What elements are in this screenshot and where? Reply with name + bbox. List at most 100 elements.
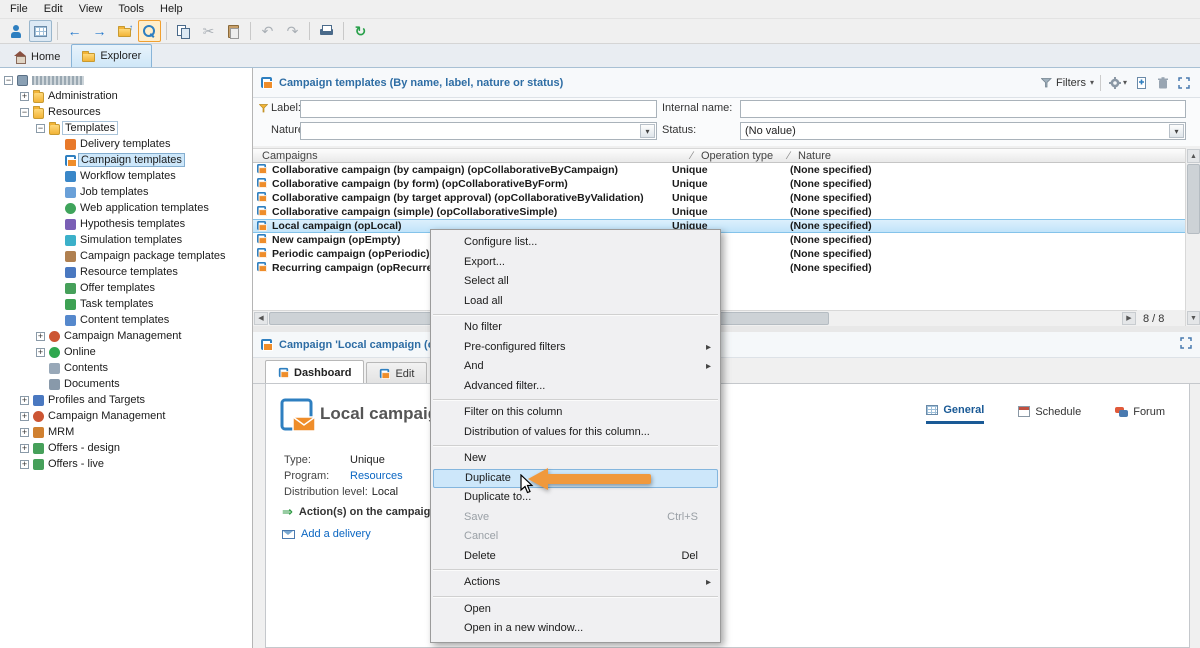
label-input[interactable] xyxy=(300,100,657,118)
tree-item-task-templates[interactable]: Task templates xyxy=(0,296,252,312)
add-delivery-link[interactable]: Add a delivery xyxy=(282,528,371,540)
paste-button[interactable] xyxy=(222,20,245,42)
cut-button[interactable]: ✂ xyxy=(197,20,220,42)
expand-icon[interactable]: + xyxy=(36,348,45,357)
parent-folder-button[interactable] xyxy=(113,20,136,42)
tree-item-resource-templates[interactable]: Resource templates xyxy=(0,264,252,280)
expand-icon[interactable]: + xyxy=(20,92,29,101)
tree-item-campaign-management[interactable]: +Campaign Management xyxy=(0,408,252,424)
delete-button[interactable] xyxy=(1156,76,1170,90)
context-menu-item-actions[interactable]: Actions▸ xyxy=(431,573,720,593)
tree-item-hypothesis-templates[interactable]: Hypothesis templates xyxy=(0,216,252,232)
detail-fullscreen-button[interactable] xyxy=(1180,337,1192,352)
context-menu-item-advanced-filter[interactable]: Advanced filter... xyxy=(431,377,720,397)
status-select[interactable]: (No value) ▾ xyxy=(740,122,1186,140)
scroll-left-button[interactable]: ◀ xyxy=(254,312,268,325)
filters-button[interactable]: Filters ▾ xyxy=(1041,77,1094,89)
tree-item-templates[interactable]: −Templates xyxy=(0,120,252,136)
nature-select[interactable]: ▾ xyxy=(300,122,657,140)
tree-item-contents[interactable]: Contents xyxy=(0,360,252,376)
expand-icon[interactable]: + xyxy=(20,428,29,437)
expand-icon[interactable]: + xyxy=(20,412,29,421)
menu-tools[interactable]: Tools xyxy=(110,1,152,17)
column-header-campaigns[interactable]: Campaigns xyxy=(262,150,318,162)
tree-item-simulation-templates[interactable]: Simulation templates xyxy=(0,232,252,248)
context-menu-item-new[interactable]: New xyxy=(431,449,720,469)
tree-item-job-templates[interactable]: Job templates xyxy=(0,184,252,200)
new-document-button[interactable] xyxy=(1135,76,1150,90)
context-menu-item-save[interactable]: SaveCtrl+S xyxy=(431,508,720,528)
tree-item-campaign-package-templates[interactable]: Campaign package templates xyxy=(0,248,252,264)
context-menu-item-filter-on-this-column[interactable]: Filter on this column xyxy=(431,403,720,423)
refresh-button[interactable]: ↻ xyxy=(349,20,372,42)
tab-schedule[interactable]: Schedule xyxy=(1018,404,1081,424)
tab-edit[interactable]: Edit xyxy=(366,362,427,384)
explorer-grid-button[interactable] xyxy=(29,20,52,42)
scroll-right-button[interactable]: ▶ xyxy=(1122,312,1136,325)
vertical-scrollbar[interactable]: ▲ ▼ xyxy=(1185,148,1200,326)
tab-dashboard[interactable]: Dashboard xyxy=(265,360,364,384)
tree-item-content-templates[interactable]: Content templates xyxy=(0,312,252,328)
expand-icon[interactable]: + xyxy=(20,444,29,453)
scrollbar-thumb[interactable] xyxy=(1187,164,1200,234)
new-profile-button[interactable] xyxy=(4,20,27,42)
tree-item-delivery-templates[interactable]: Delivery templates xyxy=(0,136,252,152)
tree-item-profiles-and-targets[interactable]: +Profiles and Targets xyxy=(0,392,252,408)
tree-item-campaign-management[interactable]: +Campaign Management xyxy=(0,328,252,344)
tree-item-offers-live[interactable]: +Offers - live xyxy=(0,456,252,472)
tree-item-web-application-templates[interactable]: Web application templates xyxy=(0,200,252,216)
fullscreen-button[interactable] xyxy=(1176,76,1192,90)
tree-item-online[interactable]: +Online xyxy=(0,344,252,360)
collapse-icon[interactable]: − xyxy=(20,108,29,117)
context-menu-item-export[interactable]: Export... xyxy=(431,253,720,273)
context-menu-item-open[interactable]: Open xyxy=(431,600,720,620)
table-row-collaborative-campaign-simple-opcollaborativesimple[interactable]: Collaborative campaign (simple) (opColla… xyxy=(253,205,1185,219)
tree-item-offers-design[interactable]: +Offers - design xyxy=(0,440,252,456)
column-header-operation-type[interactable]: Operation type xyxy=(701,150,773,162)
tree-item-offer-templates[interactable]: Offer templates xyxy=(0,280,252,296)
context-menu-item-load-all[interactable]: Load all xyxy=(431,292,720,312)
menu-help[interactable]: Help xyxy=(152,1,191,17)
forward-button[interactable]: → xyxy=(88,20,111,42)
tab-home[interactable]: Home xyxy=(3,45,71,67)
search-folder-button[interactable] xyxy=(138,20,161,42)
table-row-collaborative-campaign-by-campaign-opcollaborativebycampaign[interactable]: Collaborative campaign (by campaign) (op… xyxy=(253,163,1185,177)
tab-general[interactable]: General xyxy=(926,404,984,424)
expand-icon[interactable]: + xyxy=(36,332,45,341)
column-header-nature[interactable]: Nature xyxy=(798,150,831,162)
tree-item-campaign-templates[interactable]: Campaign templates xyxy=(0,152,252,168)
tree-item-administration[interactable]: +Administration xyxy=(0,88,252,104)
context-menu-item-no-filter[interactable]: No filter xyxy=(431,318,720,338)
tab-explorer[interactable]: Explorer xyxy=(71,44,152,67)
back-button[interactable]: ← xyxy=(63,20,86,42)
menu-edit[interactable]: Edit xyxy=(36,1,71,17)
context-menu-item-select-all[interactable]: Select all xyxy=(431,272,720,292)
field-value[interactable]: Resources xyxy=(350,470,403,482)
print-button[interactable] xyxy=(315,20,338,42)
tree-item-resources[interactable]: −Resources xyxy=(0,104,252,120)
table-row-collaborative-campaign-by-form-opcollaborativebyform[interactable]: Collaborative campaign (by form) (opColl… xyxy=(253,177,1185,191)
context-menu-item-and[interactable]: And▸ xyxy=(431,357,720,377)
context-menu-item-cancel[interactable]: Cancel xyxy=(431,527,720,547)
context-menu-item-distribution-of-values-for-this-column[interactable]: Distribution of values for this column..… xyxy=(431,423,720,443)
scroll-up-button[interactable]: ▲ xyxy=(1187,149,1200,163)
context-menu-item-pre-configured-filters[interactable]: Pre-configured filters▸ xyxy=(431,338,720,358)
tree-item-server-root[interactable]: − xyxy=(0,72,252,88)
tree-item-documents[interactable]: Documents xyxy=(0,376,252,392)
scroll-down-button[interactable]: ▼ xyxy=(1187,311,1200,325)
internal-name-input[interactable] xyxy=(740,100,1186,118)
menu-file[interactable]: File xyxy=(2,1,36,17)
settings-gear-button[interactable]: ▾ xyxy=(1107,76,1129,90)
context-menu-item-delete[interactable]: DeleteDel xyxy=(431,547,720,567)
expand-icon[interactable]: + xyxy=(20,460,29,469)
expand-icon[interactable]: + xyxy=(20,396,29,405)
context-menu-item-configure-list[interactable]: Configure list... xyxy=(431,233,720,253)
undo-button[interactable]: ↶ xyxy=(256,20,279,42)
tree-item-workflow-templates[interactable]: Workflow templates xyxy=(0,168,252,184)
collapse-icon[interactable]: − xyxy=(4,76,13,85)
context-menu-item-open-in-a-new-window[interactable]: Open in a new window... xyxy=(431,619,720,639)
tree-item-mrm[interactable]: +MRM xyxy=(0,424,252,440)
tab-forum[interactable]: Forum xyxy=(1115,404,1165,424)
redo-button[interactable]: ↷ xyxy=(281,20,304,42)
menu-view[interactable]: View xyxy=(71,1,111,17)
